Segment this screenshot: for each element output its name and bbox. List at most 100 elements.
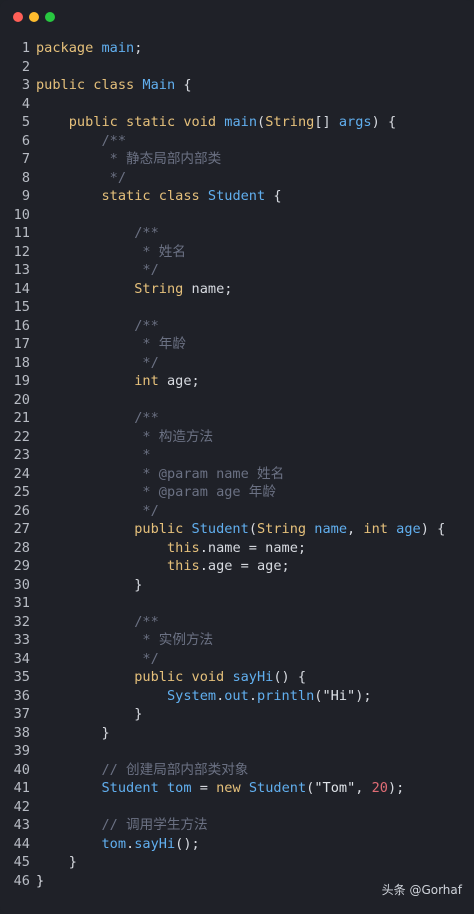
line-number: 5 — [21, 114, 30, 130]
line-number: 17 — [13, 336, 30, 352]
code-text: public static void main(String[] args) { — [36, 113, 396, 132]
code-line: 2 — [0, 58, 474, 77]
code-line: 32 /** — [0, 613, 474, 632]
code-line: 19 int age; — [0, 372, 474, 391]
line-number: 19 — [13, 373, 30, 389]
code-token: public class — [36, 77, 135, 93]
code-token: this — [166, 539, 200, 556]
code-line: 14 String name; — [0, 280, 474, 299]
code-text: int age; — [36, 372, 200, 391]
code-token: /** — [134, 613, 159, 630]
code-token: "Tom" — [314, 780, 356, 796]
code-token: ); — [388, 780, 405, 796]
code-token: } — [36, 872, 45, 889]
line-number: 29 — [13, 558, 30, 574]
line-number: 6 — [21, 132, 30, 149]
line-number: 2 — [21, 58, 30, 75]
code-text: * 姓名 — [36, 243, 186, 262]
code-line: 13 */ — [0, 261, 474, 280]
line-number: 38 — [13, 724, 30, 741]
code-line: 33 * 实例方法 — [0, 631, 474, 650]
code-line: 7 * 静态局部内部类 — [0, 150, 474, 169]
code-token: } — [36, 576, 143, 593]
code-line: 40 // 创建局部内部类对象 — [0, 761, 474, 780]
line-number: 4 — [21, 95, 30, 112]
line-number: 3 — [21, 77, 30, 93]
code-line: 37 } — [0, 705, 474, 724]
code-text: this.name = name; — [36, 539, 306, 558]
code-token: main — [101, 40, 135, 56]
code-text: } — [36, 853, 77, 872]
code-line: 21 /** — [0, 409, 474, 428]
code-token: . — [248, 687, 257, 704]
code-line: 11 /** — [0, 224, 474, 243]
code-line: 43 // 调用学生方法 — [0, 816, 474, 835]
line-number: 34 — [13, 650, 30, 667]
code-text: * @param age 年龄 — [36, 483, 276, 502]
zoom-window-button[interactable] — [45, 12, 55, 22]
line-number: 21 — [13, 410, 30, 426]
code-token: public — [134, 521, 184, 537]
code-token: ); — [355, 687, 372, 704]
line-number: 9 — [21, 188, 30, 204]
code-text: public class Main { — [36, 76, 192, 95]
code-token: () { — [273, 669, 307, 685]
code-token: */ — [142, 502, 159, 519]
code-token: * 静态局部内部类 — [109, 151, 222, 167]
code-token: (); — [175, 835, 200, 852]
code-line: 5 public static void main(String[] args)… — [0, 113, 474, 132]
code-text: /** — [36, 317, 159, 336]
code-line: 8 */ — [0, 169, 474, 188]
line-number: 40 — [13, 761, 30, 778]
code-token: . — [126, 835, 135, 852]
code-token: // 调用学生方法 — [101, 817, 208, 833]
code-text: */ — [36, 354, 158, 373]
code-token: this — [166, 558, 200, 574]
line-number: 25 — [13, 484, 30, 500]
code-text: } — [36, 872, 44, 891]
code-line: 16 /** — [0, 317, 474, 336]
line-number: 30 — [13, 576, 30, 593]
line-number: 32 — [13, 613, 30, 630]
code-line: 29 this.age = age; — [0, 557, 474, 576]
code-token: System — [166, 687, 217, 704]
line-number: 20 — [13, 391, 30, 408]
code-line: 1 package main; — [0, 39, 474, 58]
code-line: 3 public class Main { — [0, 76, 474, 95]
code-token: public void — [134, 669, 225, 685]
code-text: * — [36, 446, 150, 465]
code-text: String name; — [36, 280, 232, 299]
line-number: 13 — [13, 262, 30, 278]
code-token: name — [314, 521, 348, 537]
code-line: 31 — [0, 594, 474, 613]
code-text: /** — [36, 409, 159, 428]
code-text: package main; — [36, 39, 142, 58]
minimize-window-button[interactable] — [29, 12, 39, 22]
code-token: * 姓名 — [142, 243, 186, 260]
line-number: 1 — [21, 40, 30, 56]
code-line: 18 */ — [0, 354, 474, 373]
line-number: 14 — [13, 280, 30, 297]
code-token: * 构造方法 — [142, 428, 214, 445]
code-text: */ — [36, 169, 126, 188]
close-window-button[interactable] — [13, 12, 23, 22]
code-token: ) { — [420, 521, 446, 537]
code-token: println — [257, 687, 315, 704]
code-token: */ — [142, 650, 159, 667]
line-number: 24 — [13, 465, 30, 482]
code-line: 30 } — [0, 576, 474, 595]
